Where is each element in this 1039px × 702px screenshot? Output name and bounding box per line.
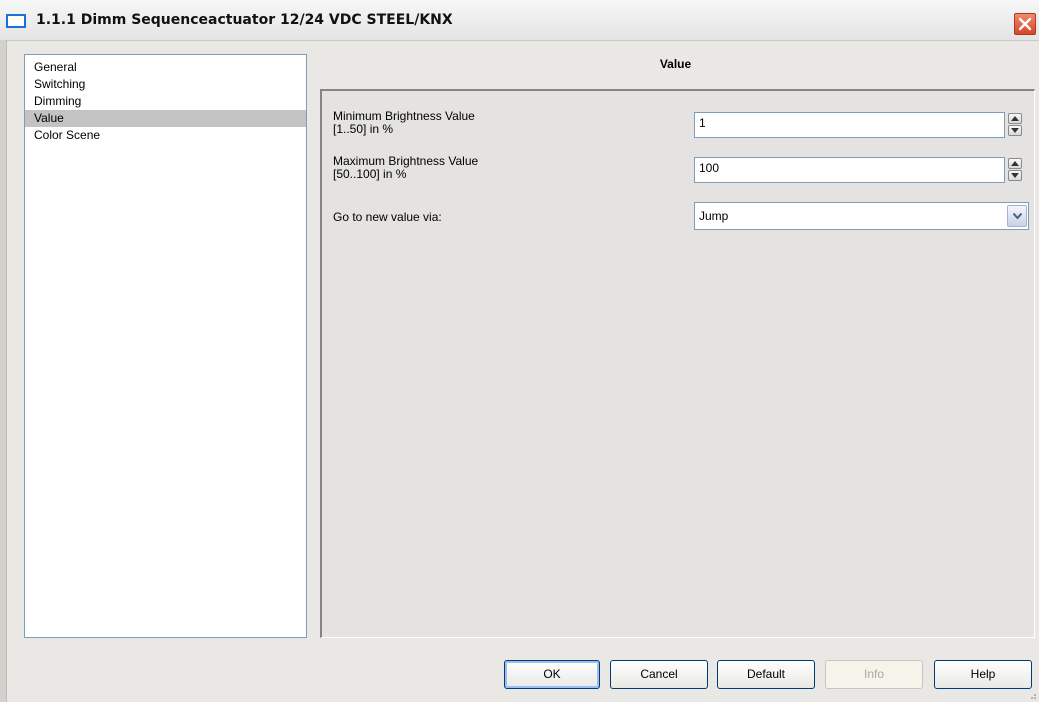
window-icon — [6, 14, 26, 28]
max-brightness-label-line2: [50..100] in % — [333, 167, 407, 181]
chevron-down-icon — [1011, 128, 1019, 133]
parameter-panel: Minimum Brightness Value [1..50] in % 1 … — [320, 89, 1035, 638]
max-brightness-increment-button[interactable] — [1008, 158, 1022, 169]
transition-select-value: Jump — [699, 209, 729, 223]
min-brightness-decrement-button[interactable] — [1008, 125, 1022, 136]
window-title: 1.1.1 Dimm Sequenceactuator 12/24 VDC ST… — [36, 12, 453, 28]
chevron-down-icon — [1013, 213, 1022, 219]
transition-label: Go to new value via: — [333, 210, 442, 224]
nav-item-value[interactable]: Value — [25, 110, 306, 127]
max-brightness-input[interactable]: 100 — [694, 157, 1005, 183]
default-button[interactable]: Default — [717, 660, 815, 689]
max-brightness-decrement-button[interactable] — [1008, 170, 1022, 181]
nav-item-switching[interactable]: Switching — [25, 76, 306, 93]
nav-item-color-scene[interactable]: Color Scene — [25, 127, 306, 144]
max-brightness-spinner[interactable] — [1008, 158, 1022, 182]
transition-select[interactable]: Jump — [694, 202, 1029, 230]
min-brightness-label-line2: [1..50] in % — [333, 122, 394, 136]
panel-title: Value — [659, 57, 692, 71]
min-brightness-spinner[interactable] — [1008, 113, 1022, 137]
transition-dropdown-button[interactable] — [1007, 205, 1027, 227]
nav-item-dimming[interactable]: Dimming — [25, 93, 306, 110]
max-brightness-label: Maximum Brightness Value [50..100] in % — [333, 155, 478, 181]
chevron-up-icon — [1011, 116, 1019, 121]
close-icon — [1018, 17, 1032, 31]
title-bar[interactable]: 1.1.1 Dimm Sequenceactuator 12/24 VDC ST… — [0, 0, 1039, 41]
help-button[interactable]: Help — [934, 660, 1032, 689]
ok-button[interactable]: OK — [504, 660, 600, 689]
resize-grip-icon[interactable] — [1027, 690, 1037, 700]
info-button: Info — [825, 660, 923, 689]
nav-item-general[interactable]: General — [25, 59, 306, 76]
chevron-up-icon — [1011, 161, 1019, 166]
cancel-button[interactable]: Cancel — [610, 660, 708, 689]
min-brightness-input[interactable]: 1 — [694, 112, 1005, 138]
min-brightness-increment-button[interactable] — [1008, 113, 1022, 124]
category-list[interactable]: General Switching Dimming Value Color Sc… — [24, 54, 307, 638]
window-frame — [0, 40, 7, 702]
min-brightness-label: Minimum Brightness Value [1..50] in % — [333, 110, 475, 136]
close-button[interactable] — [1014, 13, 1036, 35]
chevron-down-icon — [1011, 173, 1019, 178]
